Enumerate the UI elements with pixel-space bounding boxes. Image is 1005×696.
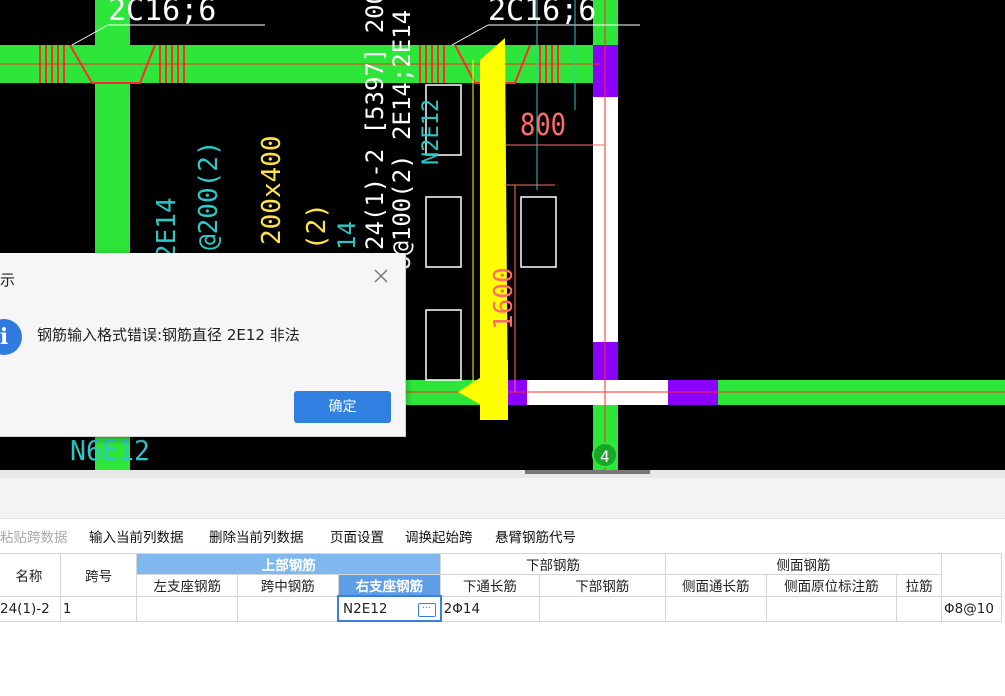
label-n6e12: N6E12 (70, 434, 150, 467)
dialog-title: 示 (0, 271, 16, 289)
panel-header-band (0, 478, 1005, 519)
size-label: 200x400 (257, 135, 287, 245)
header-name[interactable]: 名称 (0, 553, 61, 597)
swap-start-span-button[interactable]: 调换起始跨 (405, 526, 473, 546)
dimension-1600: 1600 (489, 267, 519, 330)
close-icon[interactable] (372, 267, 390, 285)
rebar-label-top-left: 2C16;6 (108, 0, 216, 28)
error-dialog: 示 i 钢筋输入格式错误:钢筋直径 2E12 非法 确定 (0, 253, 406, 437)
beam-label-vertical-1: 24(1)-2 [5397] 200*400 (361, 0, 389, 250)
cell-side-in-situ[interactable] (765, 595, 898, 622)
cell-bottom-through[interactable]: 2Φ14 (440, 595, 540, 622)
panel-splitter[interactable] (0, 470, 1005, 478)
ok-button[interactable]: 确定 (294, 391, 391, 423)
label-2: (2) (302, 203, 332, 250)
info-icon: i (0, 319, 22, 355)
cell-mid-span[interactable] (237, 595, 339, 622)
header-side-in-situ[interactable]: 侧面原位标注筋 (765, 574, 898, 597)
beam-label-vertical-2: 8@100(2) 2E14;2E14 (388, 10, 416, 270)
dimension-800: 800 (520, 108, 566, 143)
header-bottom-through[interactable]: 下通长筋 (440, 574, 540, 597)
delete-column-data-button[interactable]: 删除当前列数据 (209, 526, 304, 546)
cantilever-rebar-code-button[interactable]: 悬臂钢筋代号 (495, 526, 576, 546)
header-extra[interactable] (941, 553, 1002, 597)
ellipsis-button[interactable]: ··· (417, 602, 436, 617)
cell-right-support-editing[interactable]: N2E12 ··· (337, 595, 442, 622)
header-span[interactable]: 跨号 (59, 553, 138, 597)
header-side-through[interactable]: 侧面通长筋 (664, 574, 767, 597)
cell-stirrup[interactable]: Φ8@10 (941, 595, 1002, 622)
rebar-table: 名称 跨号 上部钢筋 下部钢筋 侧面钢筋 左支座钢筋 跨中钢筋 右支座钢筋 下通… (0, 553, 1002, 622)
cell-left-support[interactable] (136, 595, 239, 622)
rebar-2e14-label: 2E14 (152, 197, 182, 260)
header-tie-bar[interactable]: 拉筋 (896, 574, 943, 597)
header-bottom-rebar[interactable]: 下部钢筋 (440, 553, 666, 575)
rebar-label-top-right: 2C16;6 (488, 0, 596, 28)
table-row[interactable]: 24(1)-2 1 N2E12 ··· 2Φ14 Φ8@10 (0, 595, 1002, 622)
stirrup-label: @200(2) (194, 140, 224, 250)
page-setup-button[interactable]: 页面设置 (330, 526, 384, 546)
header-mid-span[interactable]: 跨中钢筋 (237, 574, 339, 597)
header-left-support[interactable]: 左支座钢筋 (136, 574, 239, 597)
cell-tie-bar[interactable] (896, 595, 943, 622)
right-support-input[interactable]: N2E12 (340, 601, 387, 617)
label-14: 14 (333, 221, 361, 250)
dialog-message: 钢筋输入格式错误:钢筋直径 2E12 非法 (37, 326, 300, 344)
header-bottom-steel[interactable]: 下部钢筋 (538, 574, 666, 597)
axis-label-4: 4 (600, 447, 610, 466)
cell-span[interactable]: 1 (59, 595, 138, 622)
header-side-rebar[interactable]: 侧面钢筋 (664, 553, 943, 575)
beam-label-vertical-3: N2E12 (419, 99, 444, 165)
header-right-support[interactable]: 右支座钢筋 (337, 574, 442, 597)
header-top-rebar[interactable]: 上部钢筋 (136, 553, 442, 575)
cell-side-through[interactable] (664, 595, 767, 622)
splitter-grip[interactable] (525, 470, 650, 474)
input-column-data-button[interactable]: 输入当前列数据 (89, 526, 184, 546)
cell-name[interactable]: 24(1)-2 (0, 595, 61, 622)
paste-span-data-button[interactable]: 粘贴跨数据 (0, 526, 68, 546)
cell-bottom-steel[interactable] (538, 595, 666, 622)
